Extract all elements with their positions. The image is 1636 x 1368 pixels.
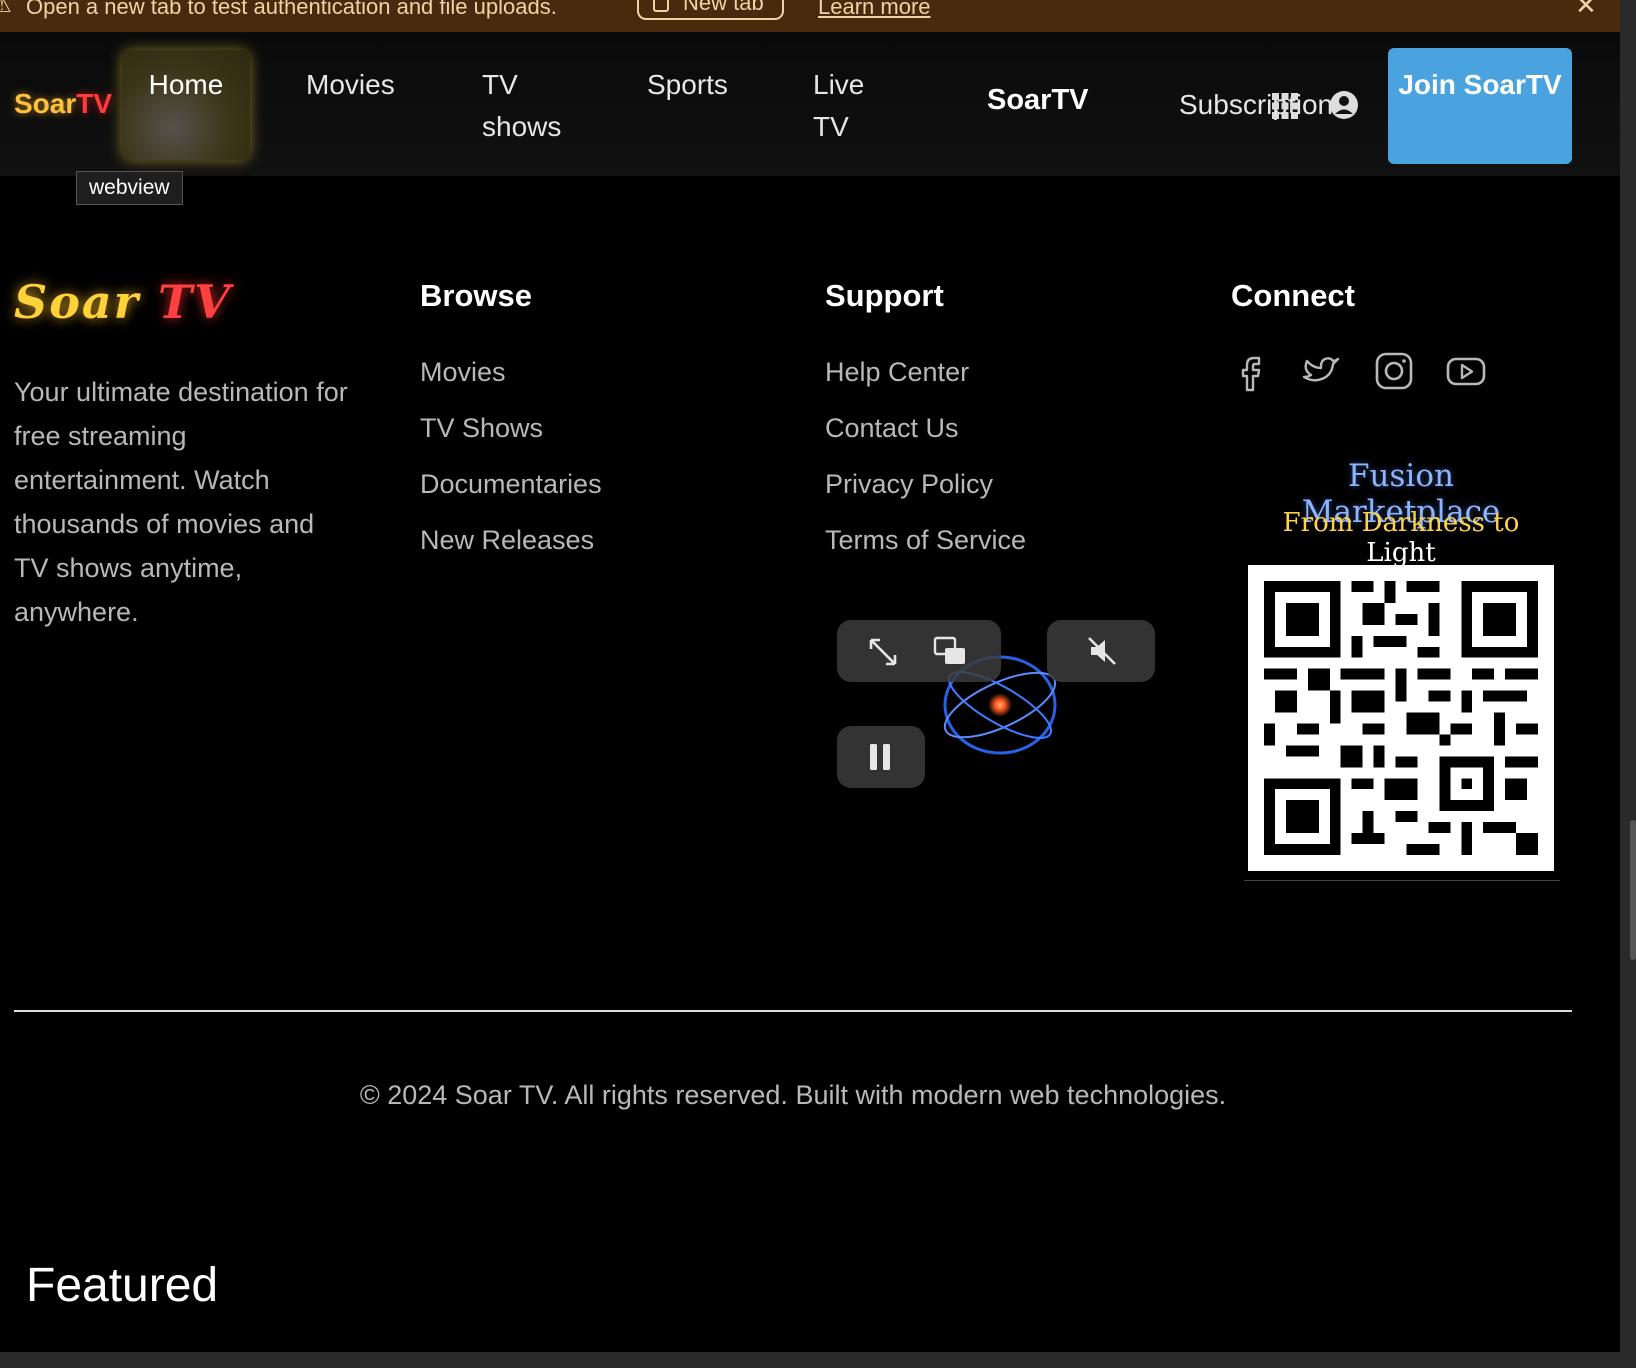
about-text: Your ultimate destination for free strea…	[14, 377, 348, 627]
support-links: Help Center Contact Us Privacy Policy Te…	[825, 352, 1026, 576]
top-navbar: SoarTV Home Movies TV shows Sports Live …	[0, 32, 1620, 176]
pause-icon	[870, 744, 890, 770]
scrollbar[interactable]	[1630, 820, 1636, 960]
footer-link-terms-of-service[interactable]: Terms of Service	[825, 520, 1026, 576]
mute-button[interactable]	[1047, 620, 1155, 682]
nav-movies[interactable]: Movies	[306, 64, 395, 106]
mute-icon	[1088, 637, 1116, 665]
footer-link-tv-shows[interactable]: TV Shows	[420, 408, 602, 464]
footer-divider	[14, 1010, 1572, 1012]
footer-logo-soar: Soar	[14, 275, 140, 329]
center-brand[interactable]: SoarTV	[987, 84, 1089, 117]
pause-button[interactable]	[837, 726, 925, 788]
support-heading: Support	[825, 278, 944, 313]
promo-subtitle-a: From Darkness to	[1282, 508, 1520, 538]
footer-logo: Soar TV	[14, 275, 232, 329]
nav-tv-shows[interactable]: TV shows	[482, 64, 582, 148]
instagram-icon[interactable]	[1373, 350, 1415, 392]
qr-code[interactable]	[1248, 565, 1554, 871]
footer-link-documentaries[interactable]: Documentaries	[420, 464, 602, 520]
new-tab-label: New tab	[683, 0, 764, 15]
new-tab-icon	[653, 0, 669, 12]
warning-icon: ⚠	[0, 0, 12, 17]
nav-live-tv[interactable]: Live TV	[813, 64, 893, 148]
promo-subtitle-b: Light	[1366, 538, 1436, 568]
new-tab-button[interactable]: New tab	[637, 0, 784, 20]
youtube-icon[interactable]	[1445, 350, 1487, 392]
footer-logo-tv: TV	[157, 275, 232, 329]
webview-viewport: ⚠ Open a new tab to test authentication …	[0, 0, 1620, 1352]
close-icon[interactable]: ✕	[1575, 0, 1597, 21]
nav-sports[interactable]: Sports	[647, 64, 728, 106]
facebook-icon[interactable]	[1230, 350, 1272, 392]
grid-icon[interactable]	[1271, 92, 1299, 120]
connect-heading: Connect	[1231, 278, 1355, 313]
brand-logo[interactable]: SoarTV	[14, 88, 112, 120]
join-button[interactable]: Join SoarTV	[1388, 48, 1572, 164]
browse-links: Movies TV Shows Documentaries New Releas…	[420, 352, 602, 576]
twitter-icon[interactable]	[1300, 350, 1342, 392]
qr-code-image	[1264, 581, 1538, 855]
footer-link-new-releases[interactable]: New Releases	[420, 520, 602, 576]
expand-icon[interactable]	[867, 636, 899, 668]
nav-subscriptions[interactable]: Subscriptions	[1179, 84, 1347, 126]
brand-soar: Soar	[14, 88, 77, 119]
browse-heading: Browse	[420, 278, 532, 313]
footer-link-privacy-policy[interactable]: Privacy Policy	[825, 464, 1026, 520]
webview-tooltip: webview	[76, 171, 183, 205]
footer-link-contact-us[interactable]: Contact Us	[825, 408, 1026, 464]
banner-message: Open a new tab to test authentication an…	[26, 0, 557, 19]
notice-banner: ⚠ Open a new tab to test authentication …	[0, 0, 1620, 32]
footer-link-movies[interactable]: Movies	[420, 352, 602, 408]
user-account-icon[interactable]	[1329, 90, 1359, 120]
picture-in-picture-icon[interactable]	[933, 634, 967, 668]
promo-subtitle: From Darkness to Light	[1248, 508, 1554, 568]
brand-tv: TV	[76, 88, 113, 119]
featured-heading: Featured	[26, 1259, 219, 1312]
copyright-text: © 2024 Soar TV. All rights reserved. Bui…	[359, 1080, 1227, 1110]
qr-underline	[1244, 880, 1560, 881]
video-controls-group	[837, 620, 1001, 682]
footer-link-help-center[interactable]: Help Center	[825, 352, 1026, 408]
learn-more-link[interactable]: Learn more	[818, 0, 931, 20]
nav-home[interactable]: Home	[122, 50, 250, 160]
